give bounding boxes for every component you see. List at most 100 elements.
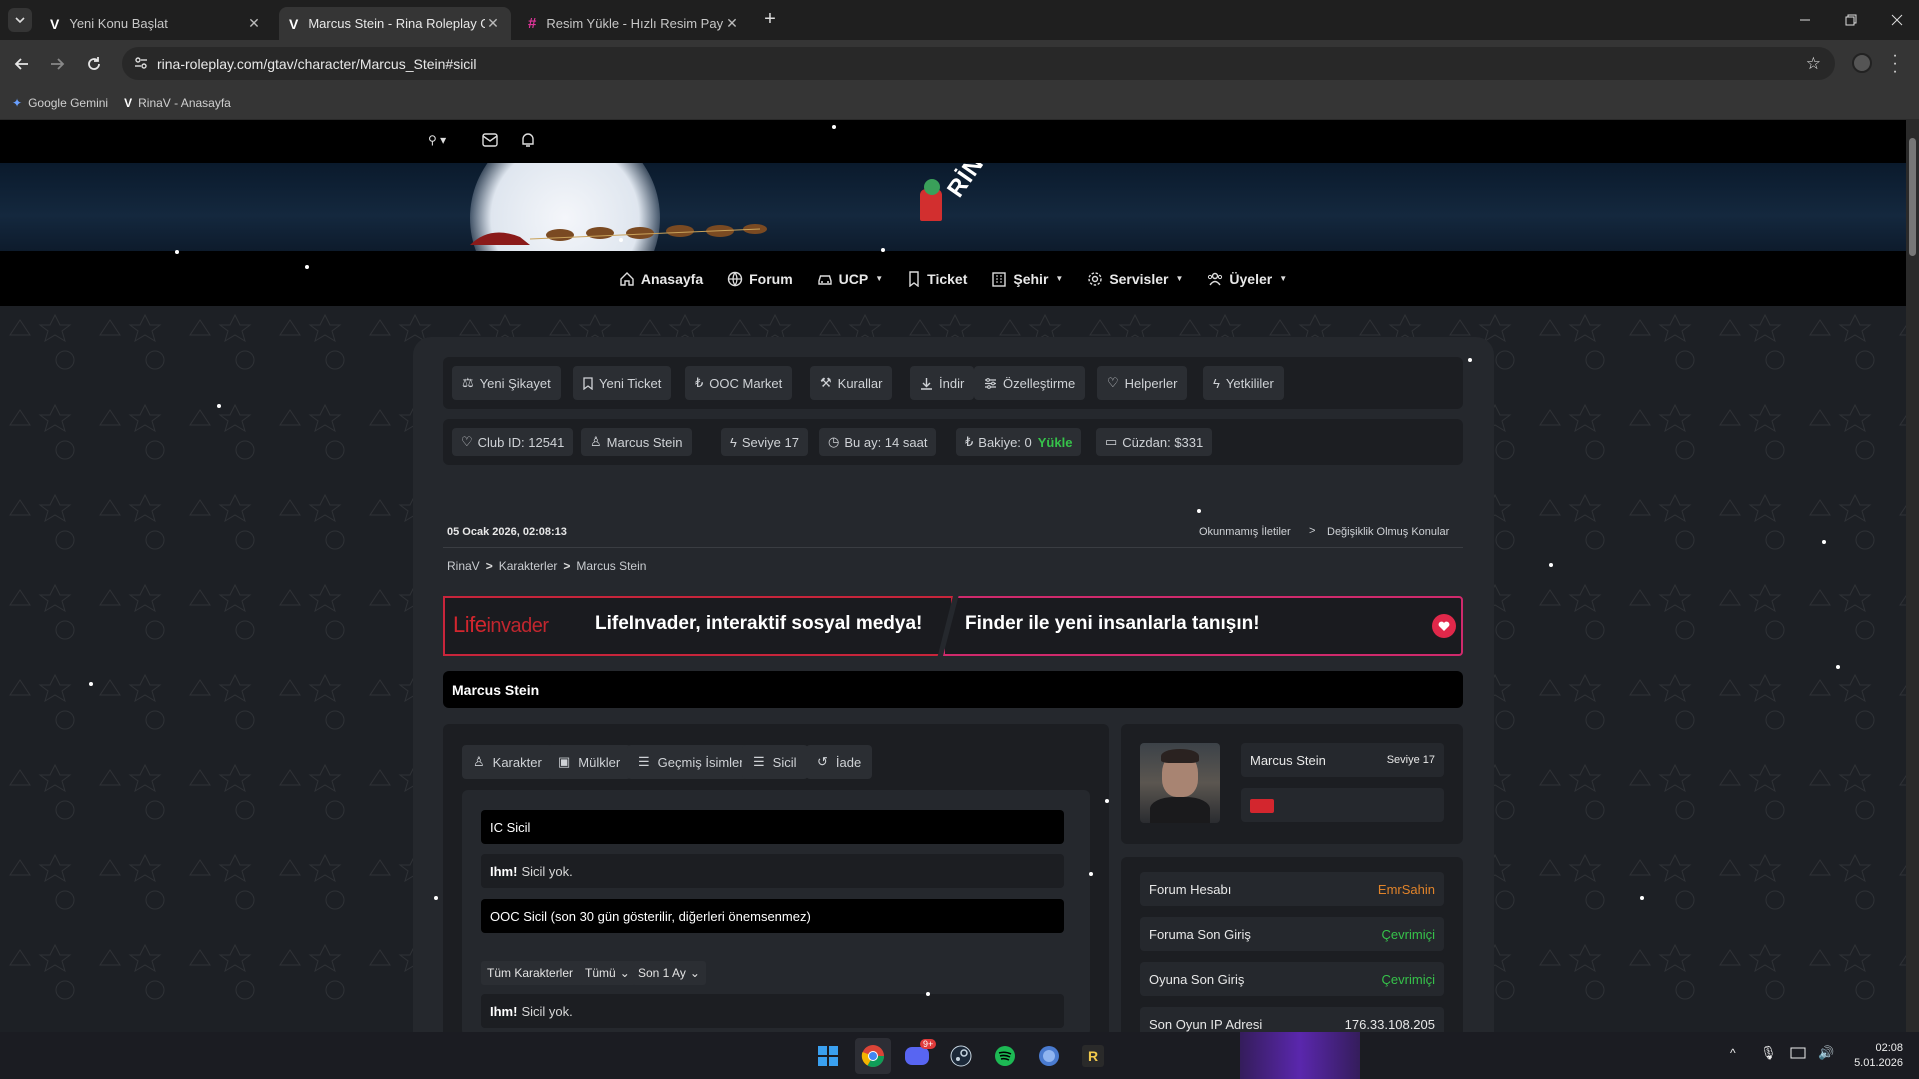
yeni-ticket-button[interactable]: Yeni Ticket [573,366,672,400]
kurallar-button[interactable]: ⚒ Kurallar [810,366,893,400]
period-filter-select[interactable]: Son 1 Ay ⌄ [632,961,706,985]
rage-mp-icon[interactable]: R [1075,1038,1111,1074]
unread-messages-link[interactable]: Okunmamış İletiler [1199,526,1291,538]
tab-search-button[interactable] [8,8,32,32]
system-clock[interactable]: 02:08 5.01.2026 [1854,1041,1903,1071]
tab-marcus-stein[interactable]: V Marcus Stein - Rina Roleplay GTA ✕ [279,7,511,40]
yeni-sikayet-button[interactable]: ⚖ Yeni Şikayet [452,366,561,400]
reload-icon[interactable] [82,52,106,76]
sliders-icon [985,377,996,389]
tab-title: Resim Yükle - Hızlı Resim Paylaş [546,16,724,31]
breadcrumb: RinaV > Karakterler > Marcus Stein [447,559,646,573]
indir-button[interactable]: İndir [910,366,975,400]
scrollbar-thumb[interactable] [1909,138,1916,256]
yetkililer-button[interactable]: ϟ Yetkililer [1203,366,1284,400]
chevron-down-icon: ⌄ [689,966,700,980]
bookmarks-bar: ✦ Google Gemini V RinaV - Anasayfa [0,87,1919,120]
bookmark-icon [583,376,593,390]
address-bar[interactable]: rina-roleplay.com/gtav/character/Marcus_… [122,47,1835,80]
rina-logo: RİNA [920,163,1000,233]
ozellestirme-button[interactable]: Özelleştirme [974,366,1086,400]
tray-chevron-icon[interactable]: ^ [1730,1046,1736,1060]
tab-resim-yukle[interactable]: # Resim Yükle - Hızlı Resim Paylaş ✕ [518,7,750,40]
nav-ticket[interactable]: Ticket [907,271,967,287]
close-window-icon[interactable] [1874,0,1919,40]
ooc-sicil-header: OOC Sicil (son 30 gün gösterilir, diğerl… [481,899,1064,933]
tab-karakter[interactable]: ♙ Karakter [462,745,553,779]
breadcrumb-karakterler[interactable]: Karakterler [499,559,558,573]
new-tab-button[interactable]: + [758,8,782,32]
back-icon[interactable] [10,52,34,76]
building-icon: ▣ [558,754,571,769]
undo-icon: ↺ [817,754,828,769]
volume-icon[interactable]: 🔊 [1818,1045,1834,1061]
network-icon[interactable] [1790,1046,1806,1060]
discord-icon[interactable]: 9+ [899,1038,937,1074]
user-menu-icon[interactable]: ⚲ ▾ [428,133,446,147]
bookmark-icon [909,270,919,287]
bookmark-star-icon[interactable]: ☆ [1806,54,1821,74]
tab-title: Marcus Stein - Rina Roleplay GTA [308,16,485,31]
app-globe-icon[interactable] [1031,1038,1067,1074]
scale-icon: ⚖ [462,375,474,390]
tab-yeni-konu[interactable]: V Yeni Konu Başlat ✕ [40,7,272,40]
chrome-icon[interactable] [855,1038,891,1074]
site-settings-icon[interactable] [134,56,148,70]
tab-mulkler[interactable]: ▣ Mülkler [547,745,632,779]
spotify-icon[interactable] [987,1038,1023,1074]
home-icon [620,271,634,286]
bolt-icon: ϟ [1213,375,1220,391]
close-icon[interactable]: ✕ [246,15,262,32]
forward-icon[interactable] [45,52,69,76]
kebab-menu-icon[interactable]: · · · [1890,48,1900,80]
microphone-icon[interactable]: 🎙 [1760,1045,1777,1061]
caret-down-icon: ▼ [1279,274,1288,283]
nav-ucp[interactable]: UCP ▼ [817,271,883,287]
nav-anasayfa[interactable]: Anasayfa [619,271,703,287]
character-filter-select[interactable]: Tüm Karakterler⌄ [481,961,594,985]
tab-sicil[interactable]: ☰ Sicil [742,745,808,779]
balance-chip: ₺ Bakiye: 0 Yükle [956,428,1082,456]
ooc-market-button[interactable]: ₺ OOC Market [685,366,793,400]
close-icon[interactable]: ✕ [485,15,501,32]
tab-iade[interactable]: ↺ İade [806,745,873,779]
steam-icon[interactable] [943,1038,979,1074]
windows-start-icon[interactable] [810,1038,846,1074]
profile-level: Seviye 17 [1386,754,1435,766]
breadcrumb-current: Marcus Stein [576,559,647,573]
user-info-bar: ♡ Club ID: 12541 ♙ Marcus Stein ϟ Seviye 17… [443,419,1463,465]
bookmark-rinav[interactable]: V RinaV - Anasayfa [124,96,231,110]
changed-topics-link[interactable]: Değişiklik Olmuş Konular [1327,526,1449,538]
nav-sehir[interactable]: Şehir ▼ [991,271,1063,287]
bookmark-google-gemini[interactable]: ✦ Google Gemini [12,96,108,110]
level-chip: ϟ Seviye 17 [721,428,808,456]
lifeinvader-ad-banner[interactable]: Lifeinvader LifeInvader, interaktif sosy… [443,596,1463,656]
heart-icon: ♡ [461,434,473,449]
lifeinvader-headline: LifeInvader, interaktif sosyal medya! [595,613,923,634]
taskbar-wallpaper-peek [1240,1032,1360,1079]
nav-uyeler[interactable]: Üyeler ▼ [1207,271,1287,287]
breadcrumb-rinav[interactable]: RinaV [447,559,480,573]
minimize-icon[interactable] [1782,0,1828,40]
notification-badge: 9+ [920,1039,937,1049]
wallet-icon: ▭ [1105,434,1118,449]
close-icon[interactable]: ✕ [724,15,740,32]
page-viewport: ⚲ ▾ RİNA Anasayfa Forum UCP ▼ Ticket Şeh… [0,120,1906,1032]
monthly-hours-chip: ◷ Bu ay: 14 saat [819,428,937,456]
character-avatar [1140,743,1220,823]
type-filter-select[interactable]: Tümü ⌄ [579,961,636,985]
nav-servisler[interactable]: Servisler ▼ [1087,271,1183,287]
helperler-button[interactable]: ♡ Helperler [1097,366,1188,400]
sleigh-reindeer-image [460,215,780,249]
tab-gecmis-isimler[interactable]: ☰ Geçmiş İsimler [627,745,755,779]
bell-icon[interactable] [520,132,536,148]
mail-icon[interactable] [482,133,498,147]
restore-icon[interactable] [1828,0,1874,40]
nav-forum[interactable]: Forum [727,271,793,287]
load-balance-link[interactable]: Yükle [1038,435,1073,450]
username-chip[interactable]: ♙ Marcus Stein [581,428,692,456]
main-navigation: Anasayfa Forum UCP ▼ Ticket Şehir ▼ Servis… [0,251,1906,306]
page-scrollbar[interactable] [1906,120,1919,1032]
bolt-icon: ϟ [730,434,737,450]
profile-avatar-icon[interactable] [1852,53,1872,73]
